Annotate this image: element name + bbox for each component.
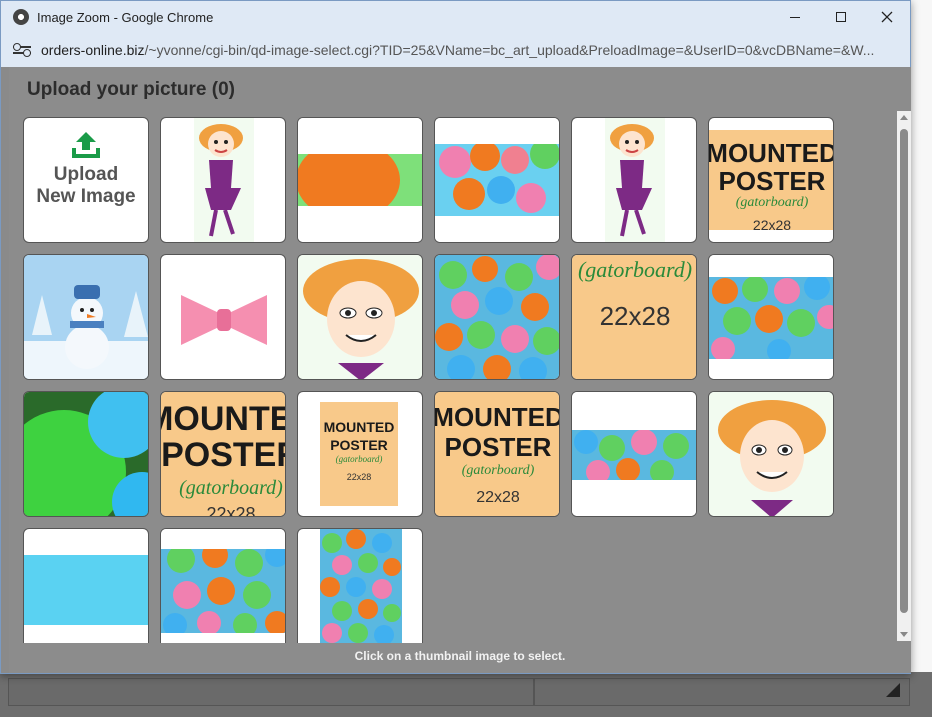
lady-face-image <box>709 392 833 516</box>
thumbnail-balls-tall[interactable] <box>434 254 560 380</box>
maximize-icon <box>836 12 846 22</box>
poster-image: MOUNTED POSTER (gatorboard) 22x28 <box>435 392 560 516</box>
thumbnail-snowman[interactable] <box>23 254 149 380</box>
green-ball-image <box>24 392 148 516</box>
background-status-area <box>0 672 932 717</box>
thumbnail-green-ball[interactable] <box>23 391 149 517</box>
close-button[interactable] <box>864 1 910 33</box>
poster-line2: POSTER <box>719 166 826 196</box>
orange-ball-image <box>298 118 422 242</box>
thumbnail-balls-portrait[interactable] <box>297 528 423 643</box>
url-path: /~yvonne/cgi-bin/qd-image-select.cgi?TID… <box>144 42 875 58</box>
balls-dense-image <box>161 529 285 643</box>
poster-crop-image: (gatorboard) 22x28 <box>572 255 696 379</box>
site-settings-icon[interactable] <box>13 41 31 59</box>
minimize-icon <box>790 16 800 18</box>
background-window-right <box>910 0 932 672</box>
poster-line2: POSTER <box>330 437 388 453</box>
thumbnail-blue-surface[interactable] <box>23 528 149 643</box>
poster-line3: (gatorboard) <box>736 195 809 210</box>
picture-picker: Upload your picture (0) Upload New Image <box>9 67 911 673</box>
vertical-scrollbar[interactable] <box>897 111 911 641</box>
lady-face-image <box>298 255 422 379</box>
thumbnail-bow-tie[interactable] <box>160 254 286 380</box>
thumbnail-lady-full-2[interactable] <box>571 117 697 243</box>
popup-window: Image Zoom - Google Chrome orders-online… <box>0 0 911 674</box>
thumbnail-grid: Upload New Image MOUNTED POSTER (gatorbo… <box>9 111 895 643</box>
scroll-down-arrow-icon[interactable] <box>900 632 908 637</box>
poster-line1: MOUNTED <box>324 419 395 435</box>
url-host: orders-online.biz <box>41 42 145 58</box>
balls-strip-image <box>709 255 833 379</box>
lady-full-image <box>605 118 665 242</box>
poster-large-image: MOUNTED POSTER (gatorboard) 22x28 <box>161 392 286 517</box>
thumbnail-poster-1[interactable]: MOUNTED POSTER (gatorboard) 22x28 <box>708 117 834 243</box>
poster-line2: POSTER <box>445 432 552 462</box>
bow-tie-image <box>181 295 267 345</box>
maximize-button[interactable] <box>818 1 864 33</box>
thumbnail-poster-small[interactable]: MOUNTED POSTER (gatorboard) 22x28 <box>297 391 423 517</box>
balls-portrait-image <box>320 529 402 643</box>
thumbnail-balls-dense[interactable] <box>160 528 286 643</box>
upload-icon <box>72 132 100 158</box>
scroll-up-arrow-icon[interactable] <box>900 115 908 120</box>
poster-image: MOUNTED POSTER (gatorboard) 22x28 <box>709 130 834 242</box>
poster-size: 22x28 <box>600 301 671 331</box>
upload-label-line2: New Image <box>36 186 136 207</box>
page-title: Upload your picture (0) <box>27 79 235 100</box>
close-icon <box>881 11 893 23</box>
snowman-image <box>24 255 148 379</box>
balls-band-image <box>572 392 696 516</box>
poster-line1: MOUNTED <box>435 402 560 432</box>
poster-line3: (gatorboard) <box>578 257 692 282</box>
address-bar: orders-online.biz/~yvonne/cgi-bin/qd-ima… <box>1 33 910 67</box>
poster-small-image: MOUNTED POSTER (gatorboard) 22x28 <box>320 402 398 506</box>
thumbnail-orange-ball[interactable] <box>297 117 423 243</box>
poster-line1: MOUNTED <box>161 400 286 438</box>
thumbnail-lady-face-2[interactable] <box>708 391 834 517</box>
url-text[interactable]: orders-online.biz/~yvonne/cgi-bin/qd-ima… <box>41 42 901 58</box>
lady-full-image <box>194 118 254 242</box>
blue-surface-image <box>24 555 148 643</box>
background-field <box>8 678 534 706</box>
thumbnail-balls-band[interactable] <box>571 391 697 517</box>
thumbnail-lady-full[interactable] <box>160 117 286 243</box>
upload-new-image-button[interactable]: Upload New Image <box>23 117 149 243</box>
poster-size: 22x28 <box>206 504 255 517</box>
poster-size: 22x28 <box>347 472 372 482</box>
balls-wide-image <box>435 118 559 242</box>
title-bar[interactable]: Image Zoom - Google Chrome <box>1 1 910 33</box>
minimize-button[interactable] <box>772 1 818 33</box>
poster-line1: MOUNTED <box>709 138 834 168</box>
chrome-app-icon <box>13 9 29 25</box>
thumbnail-poster-crop[interactable]: (gatorboard) 22x28 <box>571 254 697 380</box>
thumbnail-balls-wide[interactable] <box>434 117 560 243</box>
window-controls <box>772 1 910 33</box>
window-title: Image Zoom - Google Chrome <box>37 9 214 25</box>
scrollbar-thumb[interactable] <box>900 129 908 613</box>
poster-line3: (gatorboard) <box>336 454 383 464</box>
resize-grip-icon[interactable] <box>886 683 900 697</box>
balls-tall-image <box>435 255 559 379</box>
poster-line3: (gatorboard) <box>462 463 535 478</box>
thumbnail-balls-strip[interactable] <box>708 254 834 380</box>
selection-hint: Click on a thumbnail image to select. <box>354 649 566 663</box>
background-field <box>534 678 910 706</box>
upload-label-line1: Upload <box>53 164 119 185</box>
poster-size: 22x28 <box>476 489 520 506</box>
poster-line3: (gatorboard) <box>179 477 283 499</box>
thumbnail-poster-large[interactable]: MOUNTED POSTER (gatorboard) 22x28 <box>160 391 286 517</box>
thumbnail-poster-2[interactable]: MOUNTED POSTER (gatorboard) 22x28 <box>434 391 560 517</box>
thumbnail-lady-face[interactable] <box>297 254 423 380</box>
poster-line2: POSTER <box>161 436 286 474</box>
